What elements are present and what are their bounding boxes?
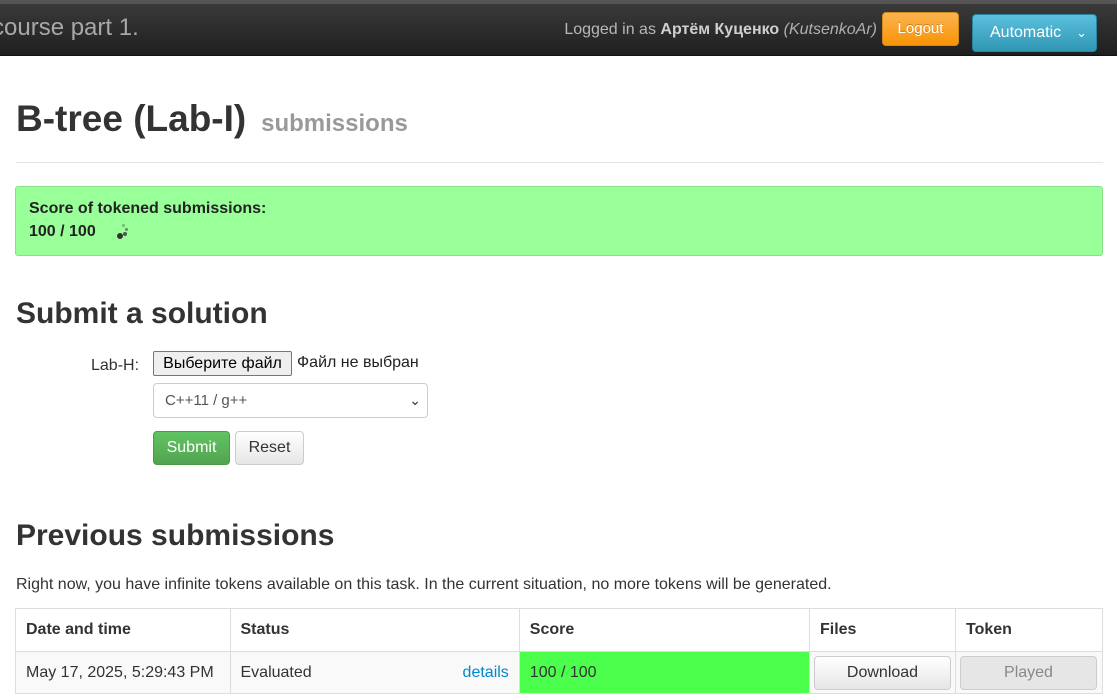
chevron-down-icon: ⌄	[409, 392, 421, 408]
column-header: Date and time	[15, 608, 231, 652]
logout-button[interactable]: Logout	[882, 12, 959, 46]
logged-in-prefix: Logged in as	[564, 21, 656, 38]
spinner-icon	[116, 224, 130, 240]
file-field-label: Lab-H:	[91, 357, 140, 374]
submissions-table: Date and time Status Score Files Token M…	[15, 608, 1104, 694]
token-cell: Played	[954, 651, 1104, 694]
table-row: May 17, 2025, 5:29:43 PM Evaluated detai…	[15, 651, 1104, 694]
submit-heading: Submit a solution	[16, 297, 268, 330]
chevron-down-icon: ⌄	[1076, 25, 1087, 40]
language-selector-label: Automatic	[990, 24, 1062, 41]
tokened-score-alert: Score of tokened submissions: 100 / 100	[15, 186, 1103, 256]
file-status-text: Файл не выбран	[297, 354, 419, 371]
tokened-score-value: 100 / 100	[29, 223, 96, 240]
submission-score: 100 / 100	[518, 651, 810, 694]
submit-button[interactable]: Submit	[153, 431, 230, 465]
column-header: Files	[808, 608, 956, 652]
title-divider	[16, 162, 1103, 163]
files-cell: Download	[808, 651, 956, 694]
column-header: Token	[954, 608, 1104, 652]
language-selector[interactable]: Automatic ⌄	[972, 14, 1097, 52]
details-link[interactable]: details	[463, 664, 509, 682]
top-navbar: course part 1. Logged in as Артём Куценк…	[0, 0, 1117, 56]
download-button[interactable]: Download	[813, 655, 951, 690]
page-title: B-tree (Lab-I) submissions	[16, 98, 408, 140]
submission-status: Evaluated	[240, 663, 312, 681]
table-header-row: Date and time Status Score Files Token	[15, 608, 1104, 652]
tokened-score-label: Score of tokened submissions:	[29, 200, 267, 217]
tokens-note: Right now, you have infinite tokens avai…	[16, 576, 832, 593]
user-login: (KutsenkoAr)	[783, 21, 877, 38]
submission-status-cell: Evaluated details	[229, 651, 520, 694]
reset-button[interactable]: Reset	[235, 431, 304, 465]
task-subtitle: submissions	[261, 110, 408, 137]
language-dropdown[interactable]: C++11 / g++ ⌄	[153, 383, 428, 418]
language-dropdown-value: C++11 / g++	[165, 392, 248, 409]
task-title: B-tree (Lab-I)	[16, 98, 247, 139]
column-header: Score	[518, 608, 810, 652]
login-status: Logged in as Артём Куценко (KutsenkoAr)	[564, 21, 877, 39]
column-header: Status	[229, 608, 520, 652]
token-played-button: Played	[959, 655, 1097, 690]
user-name: Артём Куценко	[660, 21, 780, 38]
submission-datetime: May 17, 2025, 5:29:43 PM	[15, 651, 231, 694]
previous-submissions-heading: Previous submissions	[16, 519, 335, 552]
choose-file-button[interactable]: Выберите файл	[153, 351, 292, 376]
course-brand[interactable]: course part 1.	[0, 14, 139, 42]
